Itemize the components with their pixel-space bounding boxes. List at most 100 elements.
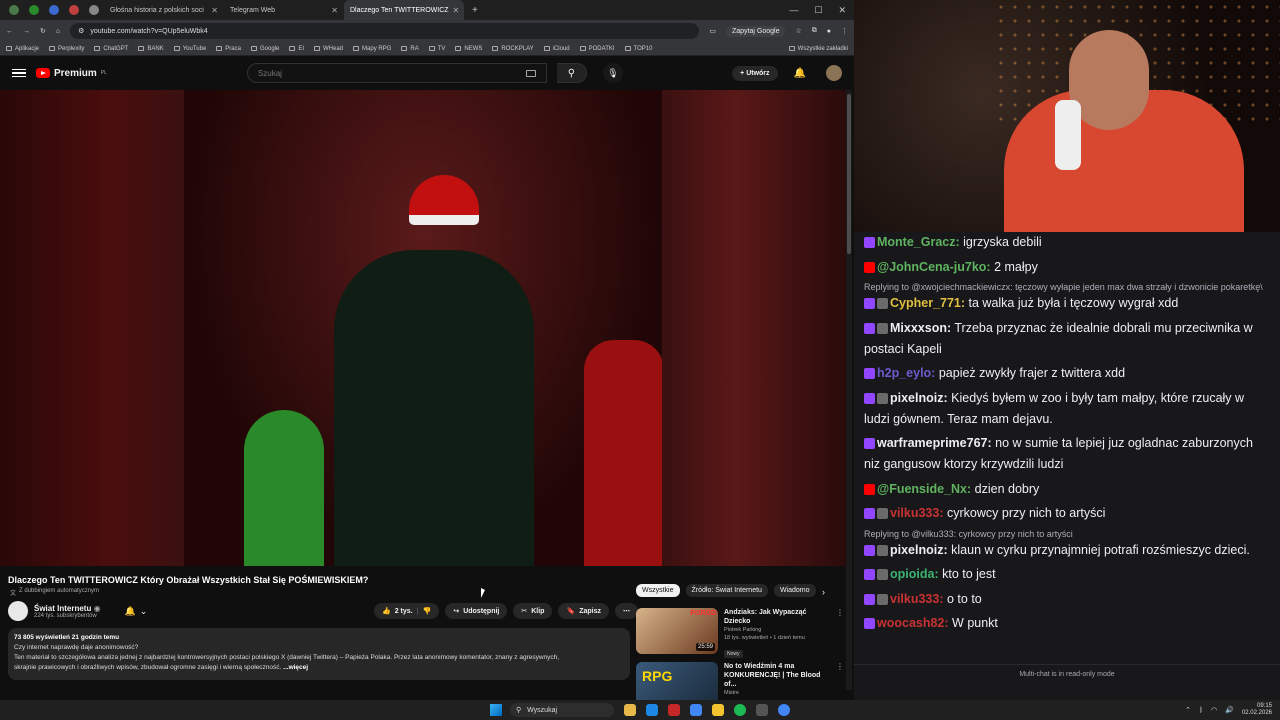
- bookmark-item[interactable]: Perplexity: [49, 46, 84, 52]
- close-icon[interactable]: ✕: [453, 6, 460, 15]
- chat-username[interactable]: opioida:: [890, 567, 939, 581]
- channel-avatar[interactable]: [8, 601, 28, 621]
- show-more-link[interactable]: ...więcej: [283, 664, 308, 671]
- maximize-icon[interactable]: ☐: [814, 5, 822, 16]
- tab-telegram[interactable]: Telegram Web ✕: [224, 0, 344, 20]
- back-icon[interactable]: ←: [6, 28, 13, 35]
- chat-username[interactable]: Cypher_771:: [890, 296, 965, 310]
- chrome-icon[interactable]: [778, 704, 790, 716]
- bookmark-item[interactable]: iCloud: [543, 46, 570, 52]
- edge-icon[interactable]: [646, 704, 658, 716]
- new-tab-button[interactable]: +: [464, 5, 486, 16]
- close-icon[interactable]: ✕: [331, 6, 338, 15]
- recommendation-title[interactable]: No to Wiedźmin 4 ma KONKURENCJĘ! | The B…: [724, 662, 830, 689]
- chat-username[interactable]: @JohnCena-ju7ko:: [877, 260, 991, 274]
- menu-icon[interactable]: [12, 68, 26, 78]
- bookmark-item[interactable]: TOP10: [624, 46, 652, 52]
- chevron-right-icon[interactable]: ›: [822, 587, 825, 597]
- profile-icon[interactable]: ●: [827, 28, 831, 35]
- chip-all[interactable]: Wszystkie: [636, 584, 680, 597]
- more-icon[interactable]: ⋮: [836, 662, 844, 700]
- chat-username[interactable]: warframeprime767:: [877, 436, 992, 450]
- chat-username[interactable]: pixelnoiz:: [890, 391, 948, 405]
- like-button[interactable]: 👍 2 tys. | 👎: [374, 603, 440, 619]
- chat-username[interactable]: pixelnoiz:: [890, 543, 948, 557]
- search-input[interactable]: [257, 68, 527, 78]
- tab-youtube[interactable]: Dlaczego Ten TWITTEROWICZ ✕: [344, 0, 464, 20]
- star-icon[interactable]: ☆: [795, 27, 801, 35]
- cast-icon[interactable]: ▭: [709, 27, 716, 35]
- menu-icon[interactable]: ⋮: [841, 27, 848, 35]
- all-bookmarks[interactable]: Wszystkie zakładki: [788, 46, 848, 52]
- bookmark-item[interactable]: EI: [289, 46, 304, 52]
- bookmark-item[interactable]: ROCKPLAY: [492, 46, 534, 52]
- video-thumbnail[interactable]: PORÓD 25:59: [636, 608, 718, 654]
- recommendation-title[interactable]: Andziaks: Jak Wypacząć Dziecko: [724, 608, 830, 626]
- volume-icon[interactable]: 🔊: [1225, 706, 1234, 714]
- share-button[interactable]: ↪ Udostępnij: [445, 603, 508, 619]
- bell-icon[interactable]: 🔔: [794, 68, 806, 79]
- page-scrollbar[interactable]: [846, 90, 852, 690]
- notes-icon[interactable]: [712, 704, 724, 716]
- bookmark-item[interactable]: WHead: [314, 46, 343, 52]
- bluetooth-icon[interactable]: ᛒ: [1199, 707, 1203, 714]
- home-icon[interactable]: ⌂: [56, 28, 60, 35]
- subscription-bell-button[interactable]: 🔔 ⌄: [125, 606, 148, 617]
- close-icon[interactable]: ✕: [211, 6, 218, 15]
- chat-username[interactable]: Monte_Gracz:: [877, 235, 960, 249]
- chevron-up-icon[interactable]: ⌃: [1185, 706, 1191, 714]
- more-icon[interactable]: ⋮: [836, 608, 844, 660]
- chat-username[interactable]: woocash82:: [877, 616, 949, 630]
- keyboard-icon[interactable]: [526, 69, 536, 77]
- description-box[interactable]: 73 805 wyświetleń 21 godzin temu Czy int…: [8, 628, 630, 680]
- tab-social[interactable]: Głośna historia z polskich soci ✕: [104, 0, 224, 20]
- search-button[interactable]: ⚲: [556, 63, 587, 83]
- tab-icon[interactable]: [49, 5, 59, 15]
- file-explorer-icon[interactable]: [624, 704, 636, 716]
- bookmark-item[interactable]: RA: [401, 46, 419, 52]
- forward-icon[interactable]: →: [23, 28, 30, 35]
- tab-icon[interactable]: [69, 5, 79, 15]
- clock[interactable]: 09:15 02.02.2026: [1242, 703, 1272, 717]
- create-button[interactable]: + Utwórz: [732, 65, 778, 81]
- chrome-icon[interactable]: [690, 704, 702, 716]
- spotify-icon[interactable]: [734, 704, 746, 716]
- reload-icon[interactable]: ↻: [40, 27, 46, 35]
- bookmark-item[interactable]: PODATKI: [579, 46, 615, 52]
- bookmark-item[interactable]: TV: [428, 46, 445, 52]
- bookmark-item[interactable]: NEWS: [455, 46, 482, 52]
- video-player[interactable]: [0, 90, 846, 566]
- chat-username[interactable]: vilku333:: [890, 506, 944, 520]
- voice-search-button[interactable]: 🎙: [602, 63, 623, 83]
- close-window-icon[interactable]: ✕: [838, 5, 846, 16]
- avatar[interactable]: [826, 65, 842, 81]
- extensions-icon[interactable]: ⧉: [812, 27, 817, 35]
- bookmark-item[interactable]: YouTube: [173, 46, 206, 52]
- ask-google-button[interactable]: Zapytaj Google: [726, 25, 786, 37]
- recommendation-item[interactable]: RPG No to Wiedźmin 4 ma KONKURENCJĘ! | T…: [636, 662, 846, 700]
- thumbs-down-icon[interactable]: 👎: [423, 607, 432, 615]
- bookmark-item[interactable]: Praca: [216, 46, 241, 52]
- wifi-icon[interactable]: ◠: [1211, 706, 1217, 714]
- chat-username[interactable]: vilku333:: [890, 592, 944, 606]
- chat-username[interactable]: h2p_eylo:: [877, 366, 935, 380]
- url-field[interactable]: ⚙ youtube.com/watch?v=QUp5eluWbk4: [70, 23, 700, 39]
- channel-name[interactable]: Świat Internetu ◉: [34, 604, 101, 613]
- bookmark-item[interactable]: Mapy RPG: [353, 46, 391, 52]
- video-thumbnail[interactable]: RPG: [636, 662, 718, 700]
- chip-source[interactable]: Źródło: Świat Internetu: [685, 584, 768, 597]
- recommendation-item[interactable]: PORÓD 25:59 Andziaks: Jak Wypacząć Dziec…: [636, 608, 846, 660]
- bookmark-item[interactable]: ChatGPT: [94, 46, 128, 52]
- minimize-icon[interactable]: —: [789, 5, 798, 16]
- chat-username[interactable]: Mixxxson:: [890, 321, 951, 335]
- download-icon[interactable]: [756, 704, 768, 716]
- tab-icon[interactable]: [9, 5, 19, 15]
- opera-icon[interactable]: [668, 704, 680, 716]
- chat-username[interactable]: @Fuenside_Nx:: [877, 482, 971, 496]
- taskbar-search[interactable]: ⚲ Wyszukaj: [510, 703, 614, 717]
- chip-news[interactable]: Wiadomo: [773, 584, 816, 597]
- bookmark-item[interactable]: Aplikacje: [6, 46, 39, 52]
- bookmark-item[interactable]: BANK: [138, 46, 164, 52]
- bookmark-item[interactable]: Google: [250, 46, 279, 52]
- windows-start-icon[interactable]: [490, 704, 502, 716]
